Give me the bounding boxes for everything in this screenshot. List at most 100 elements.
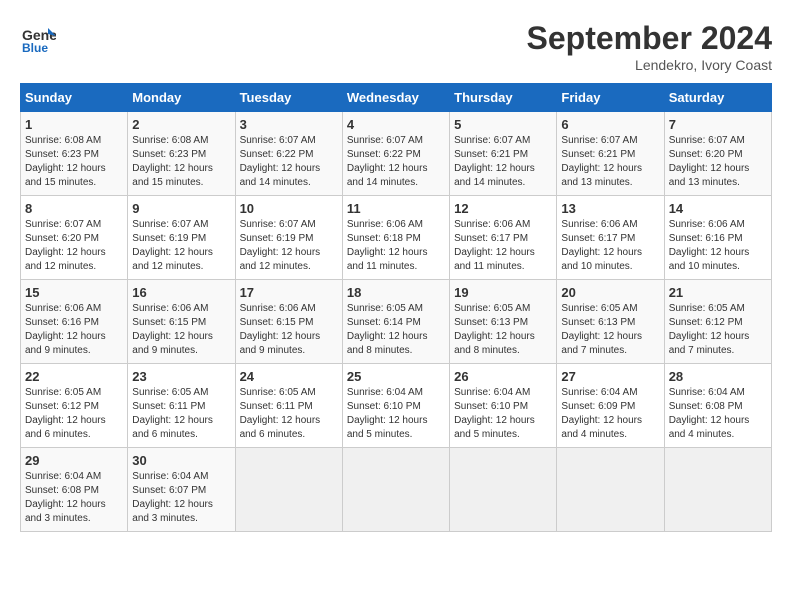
day-info: Sunrise: 6:04 AM Sunset: 6:10 PM Dayligh… [454,386,552,442]
calendar-cell: 20 Sunrise: 6:05 AM Sunset: 6:13 PM Dayli… [557,280,664,364]
calendar-cell: 8 Sunrise: 6:07 AM Sunset: 6:20 PM Daylig… [21,196,128,280]
day-info: Sunrise: 6:08 AM Sunset: 6:23 PM Dayligh… [132,134,230,190]
calendar-cell: 12 Sunrise: 6:06 AM Sunset: 6:17 PM Dayli… [450,196,557,280]
calendar-cell: 5 Sunrise: 6:07 AM Sunset: 6:21 PM Daylig… [450,112,557,196]
calendar-cell: 17Sunrise: 6:06 AM Sunset: 6:15 PM Dayli… [235,280,342,364]
day-info: Sunrise: 6:06 AM Sunset: 6:15 PM Dayligh… [132,302,230,358]
day-info: Sunrise: 6:07 AM Sunset: 6:21 PM Dayligh… [561,134,659,190]
weekday-header-sunday: Sunday [21,84,128,112]
day-number: 13 [561,201,659,216]
day-number: 5 [454,117,552,132]
calendar-cell: 3 Sunrise: 6:07 AM Sunset: 6:22 PM Daylig… [235,112,342,196]
day-number: 11 [347,201,445,216]
calendar-cell: 21 Sunrise: 6:05 AM Sunset: 6:12 PM Dayli… [664,280,771,364]
day-number: 9 [132,201,230,216]
day-number: 16 [132,285,230,300]
calendar-week-1: 1 Sunrise: 6:08 AM Sunset: 6:23 PM Daylig… [21,112,772,196]
day-number: 2 [132,117,230,132]
day-info: Sunrise: 6:04 AM Sunset: 6:07 PM Dayligh… [132,470,230,526]
weekday-header-row: SundayMondayTuesdayWednesdayThursdayFrid… [21,84,772,112]
day-info: Sunrise: 6:04 AM Sunset: 6:08 PM Dayligh… [25,470,123,526]
calendar-cell [557,448,664,532]
day-info: Sunrise: 6:07 AM Sunset: 6:20 PM Dayligh… [669,134,767,190]
day-number: 24 [240,369,338,384]
day-number: 8 [25,201,123,216]
weekday-header-wednesday: Wednesday [342,84,449,112]
day-info: Sunrise: 6:04 AM Sunset: 6:08 PM Dayligh… [669,386,767,442]
weekday-header-thursday: Thursday [450,84,557,112]
day-number: 28 [669,369,767,384]
day-number: 27 [561,369,659,384]
day-info: Sunrise: 6:07 AM Sunset: 6:20 PM Dayligh… [25,218,123,274]
day-info: Sunrise: 6:05 AM Sunset: 6:12 PM Dayligh… [669,302,767,358]
day-number: 20 [561,285,659,300]
day-number: 30 [132,453,230,468]
location-subtitle: Lendekro, Ivory Coast [527,57,772,73]
calendar-week-4: 22Sunrise: 6:05 AM Sunset: 6:12 PM Dayli… [21,364,772,448]
day-number: 7 [669,117,767,132]
day-info: Sunrise: 6:06 AM Sunset: 6:17 PM Dayligh… [454,218,552,274]
page-header: General Blue September 2024 Lendekro, Iv… [20,20,772,73]
day-info: Sunrise: 6:06 AM Sunset: 6:16 PM Dayligh… [669,218,767,274]
calendar-cell: 26 Sunrise: 6:04 AM Sunset: 6:10 PM Dayli… [450,364,557,448]
day-info: Sunrise: 6:05 AM Sunset: 6:13 PM Dayligh… [561,302,659,358]
day-info: Sunrise: 6:05 AM Sunset: 6:11 PM Dayligh… [240,386,338,442]
calendar-cell: 1Sunrise: 6:08 AM Sunset: 6:23 PM Daylig… [21,112,128,196]
day-info: Sunrise: 6:06 AM Sunset: 6:16 PM Dayligh… [25,302,123,358]
day-number: 23 [132,369,230,384]
day-number: 10 [240,201,338,216]
day-info: Sunrise: 6:05 AM Sunset: 6:13 PM Dayligh… [454,302,552,358]
calendar-cell: 10 Sunrise: 6:07 AM Sunset: 6:19 PM Dayli… [235,196,342,280]
day-number: 19 [454,285,552,300]
day-number: 29 [25,453,123,468]
month-title: September 2024 [527,20,772,57]
calendar-cell: 19 Sunrise: 6:05 AM Sunset: 6:13 PM Dayli… [450,280,557,364]
calendar-cell: 2 Sunrise: 6:08 AM Sunset: 6:23 PM Daylig… [128,112,235,196]
day-info: Sunrise: 6:07 AM Sunset: 6:19 PM Dayligh… [132,218,230,274]
calendar-cell: 6 Sunrise: 6:07 AM Sunset: 6:21 PM Daylig… [557,112,664,196]
weekday-header-friday: Friday [557,84,664,112]
calendar-cell: 24 Sunrise: 6:05 AM Sunset: 6:11 PM Dayli… [235,364,342,448]
day-number: 25 [347,369,445,384]
calendar-cell: 22Sunrise: 6:05 AM Sunset: 6:12 PM Dayli… [21,364,128,448]
day-number: 3 [240,117,338,132]
calendar-cell: 16 Sunrise: 6:06 AM Sunset: 6:15 PM Dayli… [128,280,235,364]
title-block: September 2024 Lendekro, Ivory Coast [527,20,772,73]
day-info: Sunrise: 6:07 AM Sunset: 6:19 PM Dayligh… [240,218,338,274]
calendar-cell: 27 Sunrise: 6:04 AM Sunset: 6:09 PM Dayli… [557,364,664,448]
day-info: Sunrise: 6:07 AM Sunset: 6:21 PM Dayligh… [454,134,552,190]
calendar-cell: 18 Sunrise: 6:05 AM Sunset: 6:14 PM Dayli… [342,280,449,364]
day-info: Sunrise: 6:07 AM Sunset: 6:22 PM Dayligh… [240,134,338,190]
day-info: Sunrise: 6:05 AM Sunset: 6:11 PM Dayligh… [132,386,230,442]
day-number: 21 [669,285,767,300]
day-info: Sunrise: 6:07 AM Sunset: 6:22 PM Dayligh… [347,134,445,190]
day-number: 12 [454,201,552,216]
calendar-cell: 29 Sunrise: 6:04 AM Sunset: 6:08 PM Dayli… [21,448,128,532]
day-info: Sunrise: 6:06 AM Sunset: 6:17 PM Dayligh… [561,218,659,274]
weekday-header-tuesday: Tuesday [235,84,342,112]
day-number: 1 [25,117,123,132]
weekday-header-monday: Monday [128,84,235,112]
day-info: Sunrise: 6:06 AM Sunset: 6:18 PM Dayligh… [347,218,445,274]
calendar-cell: 13 Sunrise: 6:06 AM Sunset: 6:17 PM Dayli… [557,196,664,280]
calendar-cell [235,448,342,532]
calendar-cell: 25 Sunrise: 6:04 AM Sunset: 6:10 PM Dayli… [342,364,449,448]
calendar-cell: 15 Sunrise: 6:06 AM Sunset: 6:16 PM Dayli… [21,280,128,364]
day-number: 6 [561,117,659,132]
day-number: 14 [669,201,767,216]
weekday-header-saturday: Saturday [664,84,771,112]
calendar-cell: 11 Sunrise: 6:06 AM Sunset: 6:18 PM Dayli… [342,196,449,280]
calendar-table: SundayMondayTuesdayWednesdayThursdayFrid… [20,83,772,532]
calendar-week-5: 29 Sunrise: 6:04 AM Sunset: 6:08 PM Dayli… [21,448,772,532]
day-info: Sunrise: 6:04 AM Sunset: 6:10 PM Dayligh… [347,386,445,442]
calendar-cell: 30 Sunrise: 6:04 AM Sunset: 6:07 PM Dayli… [128,448,235,532]
day-number: 4 [347,117,445,132]
day-info: Sunrise: 6:04 AM Sunset: 6:09 PM Dayligh… [561,386,659,442]
day-number: 18 [347,285,445,300]
day-info: Sunrise: 6:05 AM Sunset: 6:14 PM Dayligh… [347,302,445,358]
day-number: 26 [454,369,552,384]
day-number: 17 [240,285,338,300]
calendar-cell: 4 Sunrise: 6:07 AM Sunset: 6:22 PM Daylig… [342,112,449,196]
logo: General Blue [20,20,60,56]
day-number: 15 [25,285,123,300]
